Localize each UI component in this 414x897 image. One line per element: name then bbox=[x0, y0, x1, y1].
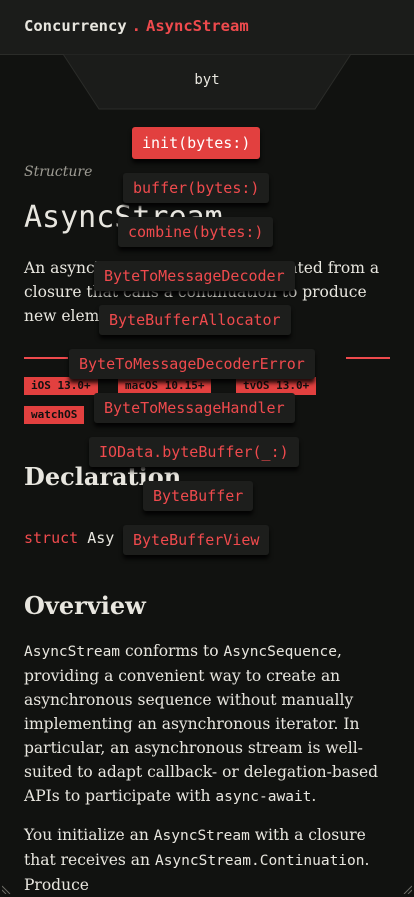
suggestion-item[interactable]: ByteBufferView bbox=[123, 525, 270, 555]
resize-grip-icon[interactable] bbox=[2, 882, 14, 894]
code-asyncstream[interactable]: AsyncStream bbox=[24, 644, 120, 660]
availability-badge: iOS 13.0+ bbox=[24, 377, 98, 395]
suggestion-item[interactable]: buffer(bytes:) bbox=[123, 173, 270, 203]
divider-right bbox=[346, 357, 390, 359]
suggestion-item[interactable]: ByteToMessageDecoder bbox=[94, 261, 295, 291]
suggestion-item[interactable]: ByteBuffer bbox=[143, 481, 254, 511]
breadcrumb-parent[interactable]: Concurrency bbox=[24, 17, 127, 35]
code-async: async bbox=[215, 789, 260, 805]
overview-paragraph-2: You initialize an AsyncStream with a clo… bbox=[24, 826, 370, 894]
suggestion-item[interactable]: init(bytes:) bbox=[132, 127, 261, 159]
top-bar: Concurrency. AsyncStream bbox=[0, 0, 414, 55]
declaration-keyword: struct bbox=[24, 529, 79, 547]
code-asyncstream[interactable]: AsyncStream bbox=[154, 828, 250, 844]
suggestion-item[interactable]: combine(bytes:) bbox=[118, 217, 274, 247]
divider-left bbox=[24, 357, 68, 359]
search-input[interactable] bbox=[103, 60, 311, 100]
code-asyncstream-continuation[interactable]: AsyncStream.Continuation bbox=[155, 853, 365, 869]
symbol-kind: Structure bbox=[24, 164, 93, 180]
search-panel bbox=[63, 54, 351, 110]
breadcrumb-separator: . bbox=[131, 17, 141, 35]
availability-badge: watchOS bbox=[24, 406, 85, 424]
suggestion-item[interactable]: IOData.byteBuffer(_:) bbox=[89, 437, 299, 467]
suggestion-item[interactable]: ByteBufferAllocator bbox=[99, 305, 291, 335]
code-asyncsequence[interactable]: AsyncSequence bbox=[224, 644, 338, 660]
overview-paragraph: AsyncStream conforms to AsyncSequence, p… bbox=[24, 642, 379, 805]
breadcrumb: Concurrency. AsyncStream bbox=[24, 17, 249, 35]
suggestion-item[interactable]: ByteToMessageHandler bbox=[94, 393, 295, 423]
code-await: await bbox=[267, 789, 312, 805]
declaration-name: Asy bbox=[87, 529, 115, 547]
breadcrumb-current[interactable]: AsyncStream bbox=[146, 17, 249, 35]
overview-heading: Overview bbox=[24, 591, 146, 620]
suggestion-item[interactable]: ByteToMessageDecoderError bbox=[69, 349, 315, 379]
declaration-code: struct Asy bbox=[24, 529, 114, 547]
resize-grip-icon[interactable] bbox=[400, 882, 412, 894]
